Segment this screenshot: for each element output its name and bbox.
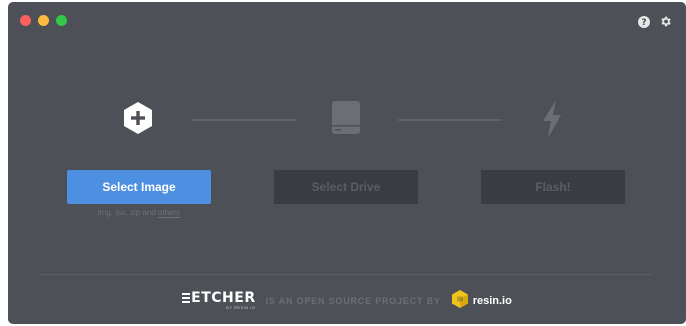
etcher-logo-sub: BY RESIN.IO	[226, 304, 256, 310]
etcher-logo-word: ETCHER	[191, 289, 256, 306]
supported-formats-text: img, iso, zip and	[97, 208, 156, 217]
step-connector	[192, 119, 296, 121]
flash-icon	[540, 99, 564, 144]
svg-text:?: ?	[641, 18, 646, 28]
maximize-window-button[interactable]	[56, 15, 67, 26]
settings-icon[interactable]	[659, 15, 672, 28]
help-icon[interactable]: ?	[638, 15, 650, 28]
top-right-icons: ?	[638, 15, 672, 28]
app-window: ? Select Image Select Drive Flash! img, …	[8, 2, 686, 324]
drive-icon	[330, 100, 362, 141]
select-image-button[interactable]: Select Image	[67, 170, 211, 204]
resin-cube-icon	[451, 289, 469, 312]
etcher-logo[interactable]: ETCHER BY RESIN.IO	[182, 291, 255, 311]
minimize-window-button[interactable]	[38, 15, 49, 26]
close-window-button[interactable]	[20, 15, 31, 26]
footer-tagline: IS AN OPEN SOURCE PROJECT BY	[265, 295, 441, 306]
flash-button[interactable]: Flash!	[481, 170, 625, 204]
footer-divider	[40, 274, 652, 275]
window-controls	[20, 15, 67, 26]
footer: ETCHER BY RESIN.IO IS AN OPEN SOURCE PRO…	[8, 289, 686, 312]
resin-logo[interactable]: resin.io	[451, 289, 512, 312]
plus-hexagon-icon	[122, 101, 154, 140]
other-formats-link[interactable]: others	[157, 208, 181, 218]
select-drive-button[interactable]: Select Drive	[274, 170, 418, 204]
resin-brand-text: resin.io	[472, 294, 512, 307]
etcher-lines-icon	[182, 292, 191, 303]
step-connector	[398, 119, 502, 121]
supported-formats: img, iso, zip and others	[67, 208, 211, 218]
